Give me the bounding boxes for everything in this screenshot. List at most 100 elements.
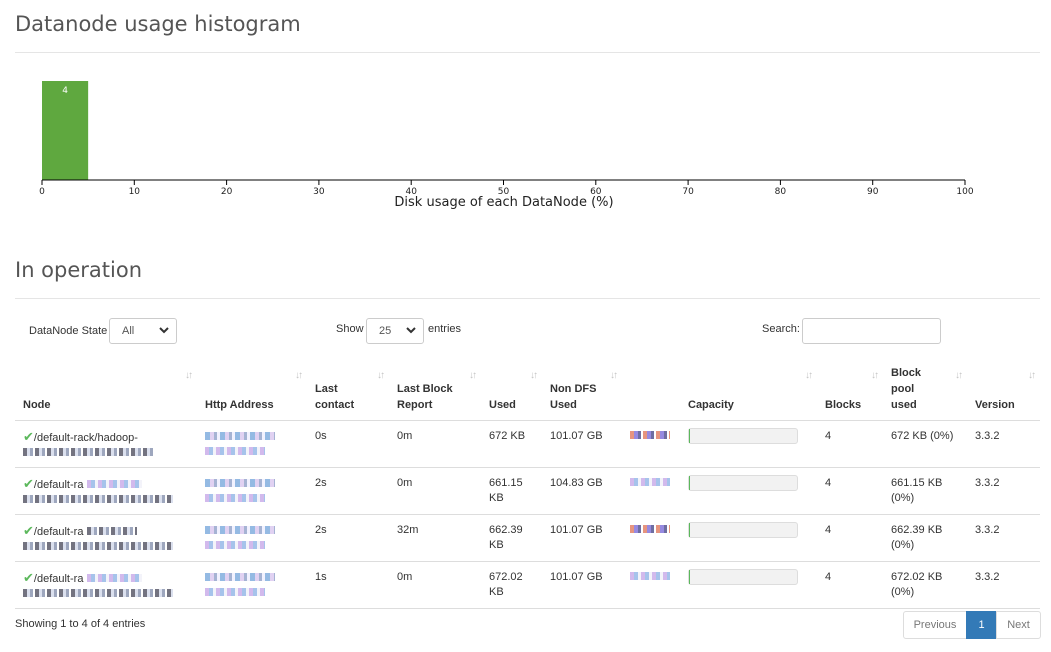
block-pool-used-cell: 662.39 KB (0%) bbox=[883, 514, 967, 562]
sort-arrows-icon[interactable]: ↓↑ bbox=[295, 368, 303, 384]
last-contact-cell: 2s bbox=[307, 467, 389, 515]
last-contact-cell: 1s bbox=[307, 561, 389, 609]
page-size-select[interactable]: 25 bbox=[366, 318, 424, 344]
node-name: /default-rack/hadoop- bbox=[33, 431, 138, 444]
redacted-text bbox=[630, 524, 670, 533]
x-tick-label: 30 bbox=[313, 187, 325, 197]
show-label: Show bbox=[336, 323, 364, 335]
column-header-http-address[interactable]: Http Address ↓↑ bbox=[197, 362, 307, 421]
last-contact-cell: 0s bbox=[307, 420, 389, 468]
x-tick-label: 90 bbox=[867, 187, 879, 197]
capacity-bar bbox=[688, 474, 798, 491]
last-block-report-cell: 0m bbox=[389, 467, 481, 515]
http-address-cell[interactable] bbox=[197, 420, 307, 468]
redacted-text bbox=[630, 430, 670, 439]
capacity-bar bbox=[688, 521, 798, 538]
table-row: ✔/default-ra 2s 0m 661.15 KB 104.83 GB 4… bbox=[15, 467, 1040, 515]
redacted-text bbox=[205, 446, 265, 455]
operation-title: In operation bbox=[15, 258, 143, 282]
table-row: ✔/default-ra 2s 32m 662.39 KB 101.07 GB … bbox=[15, 514, 1040, 562]
previous-page-button[interactable]: Previous bbox=[903, 611, 967, 639]
redacted-cell bbox=[622, 514, 680, 562]
sort-arrows-icon[interactable]: ↓↑ bbox=[871, 368, 879, 384]
capacity-bar-fill bbox=[689, 522, 691, 537]
redacted-text bbox=[205, 525, 275, 534]
check-icon: ✔ bbox=[23, 569, 34, 585]
last-block-report-cell: 32m bbox=[389, 514, 481, 562]
x-tick-label: 0 bbox=[39, 187, 45, 197]
sort-arrows-icon[interactable]: ↓↑ bbox=[377, 368, 385, 384]
check-icon: ✔ bbox=[23, 522, 34, 538]
divider bbox=[15, 52, 1040, 53]
datanode-state-label: DataNode State bbox=[29, 325, 108, 337]
redacted-text bbox=[205, 587, 265, 596]
sort-arrows-icon[interactable]: ↓↑ bbox=[530, 368, 538, 384]
redacted-text bbox=[630, 477, 670, 486]
table-info: Showing 1 to 4 of 4 entries bbox=[15, 618, 146, 630]
node-cell[interactable]: ✔/default-rack/hadoop- bbox=[15, 420, 197, 468]
redacted-text bbox=[23, 541, 173, 550]
redacted-cell bbox=[622, 561, 680, 609]
column-header-last-contact[interactable]: Last contact ↓↑ bbox=[307, 362, 389, 421]
chevron-down-icon bbox=[406, 327, 416, 334]
redacted-text bbox=[205, 431, 275, 440]
column-header-node[interactable]: Node ↓↑ bbox=[15, 362, 197, 421]
x-tick-label: 100 bbox=[956, 187, 973, 197]
redacted-text bbox=[205, 493, 265, 502]
http-address-cell[interactable] bbox=[197, 561, 307, 609]
redacted-text bbox=[23, 588, 173, 597]
redacted-text bbox=[86, 526, 137, 535]
x-tick-label: 80 bbox=[775, 187, 787, 197]
node-cell[interactable]: ✔/default-ra bbox=[15, 467, 197, 515]
search-label: Search: bbox=[762, 323, 800, 335]
sort-arrows-icon[interactable]: ↓↑ bbox=[185, 368, 193, 384]
column-header-version[interactable]: Version ↓↑ bbox=[967, 362, 1040, 421]
column-header-blank bbox=[622, 362, 680, 421]
page-1-button[interactable]: 1 bbox=[966, 611, 997, 639]
sort-arrows-icon[interactable]: ↓↑ bbox=[955, 368, 963, 384]
version-cell: 3.3.2 bbox=[967, 561, 1040, 609]
capacity-cell bbox=[680, 514, 817, 562]
capacity-cell bbox=[680, 467, 817, 515]
version-cell: 3.3.2 bbox=[967, 467, 1040, 515]
sort-arrows-icon[interactable]: ↓↑ bbox=[805, 368, 813, 384]
last-block-report-cell: 0m bbox=[389, 561, 481, 609]
datanode-state-select[interactable]: All bbox=[109, 318, 177, 344]
version-cell: 3.3.2 bbox=[967, 514, 1040, 562]
column-header-non-dfs-used[interactable]: Non DFS Used ↓↑ bbox=[542, 362, 622, 421]
used-cell: 672 KB bbox=[481, 420, 542, 468]
column-header-last-block-report[interactable]: Last Block Report ↓↑ bbox=[389, 362, 481, 421]
sort-arrows-icon[interactable]: ↓↑ bbox=[1028, 368, 1036, 384]
column-header-block-pool-used[interactable]: Block pool used ↓↑ bbox=[883, 362, 967, 421]
http-address-cell[interactable] bbox=[197, 467, 307, 515]
capacity-bar-fill bbox=[689, 569, 691, 584]
capacity-bar bbox=[688, 427, 798, 444]
column-header-used[interactable]: Used ↓↑ bbox=[481, 362, 542, 421]
column-header-blocks[interactable]: Blocks ↓↑ bbox=[817, 362, 883, 421]
usage-histogram: 4 0 10 20 30 40 50 60 70 80 90 100 Disk usage of e… bbox=[39, 81, 974, 210]
search-input[interactable] bbox=[802, 318, 941, 344]
node-name: /default-ra bbox=[33, 525, 84, 538]
check-icon: ✔ bbox=[23, 475, 34, 491]
sort-arrows-icon[interactable]: ↓↑ bbox=[610, 368, 618, 384]
column-header-capacity[interactable]: Capacity ↓↑ bbox=[680, 362, 817, 421]
redacted-text bbox=[86, 573, 142, 582]
next-page-button[interactable]: Next bbox=[996, 611, 1041, 639]
capacity-cell bbox=[680, 561, 817, 609]
capacity-cell bbox=[680, 420, 817, 468]
used-cell: 672.02 KB bbox=[481, 561, 542, 609]
http-address-cell[interactable] bbox=[197, 514, 307, 562]
blocks-cell: 4 bbox=[817, 561, 883, 609]
redacted-text bbox=[205, 478, 275, 487]
node-cell[interactable]: ✔/default-ra bbox=[15, 514, 197, 562]
table-row: ✔/default-rack/hadoop- 0s 0m 672 KB 101.… bbox=[15, 420, 1040, 468]
non-dfs-used-cell: 101.07 GB bbox=[542, 561, 622, 609]
node-name: /default-ra bbox=[33, 478, 84, 491]
datanode-state-value: All bbox=[122, 325, 135, 337]
non-dfs-used-cell: 101.07 GB bbox=[542, 420, 622, 468]
node-cell[interactable]: ✔/default-ra bbox=[15, 561, 197, 609]
x-tick-label: 10 bbox=[129, 187, 141, 197]
redacted-cell bbox=[622, 467, 680, 515]
sort-arrows-icon[interactable]: ↓↑ bbox=[469, 368, 477, 384]
used-cell: 661.15 KB bbox=[481, 467, 542, 515]
